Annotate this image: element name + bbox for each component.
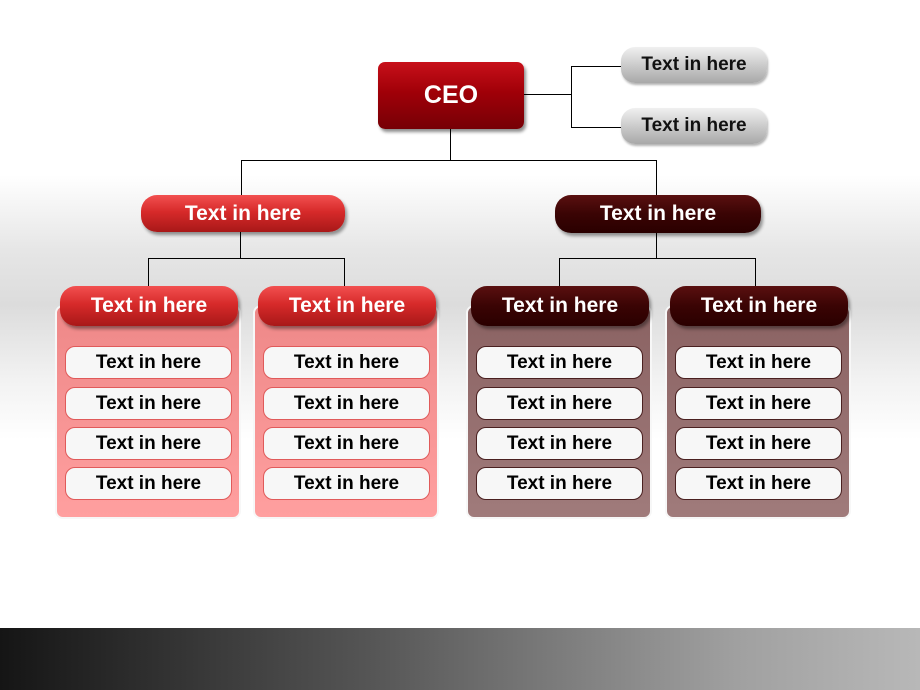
department-item[interactable]: Text in here xyxy=(263,346,430,379)
connector xyxy=(344,258,345,288)
connector xyxy=(148,258,149,288)
connector xyxy=(148,258,345,259)
department-item[interactable]: Text in here xyxy=(476,387,643,420)
connector xyxy=(571,66,572,127)
assistant-box[interactable]: Text in here xyxy=(621,47,767,83)
department-header[interactable]: Text in here xyxy=(60,286,238,326)
division-box[interactable]: Text in here xyxy=(555,195,761,233)
department-item[interactable]: Text in here xyxy=(65,427,232,460)
connector xyxy=(755,258,756,288)
connector xyxy=(656,233,657,258)
connector xyxy=(571,127,621,128)
department-header[interactable]: Text in here xyxy=(670,286,848,326)
connector xyxy=(559,258,560,288)
department-item[interactable]: Text in here xyxy=(476,427,643,460)
department-item[interactable]: Text in here xyxy=(675,346,842,379)
department-item[interactable]: Text in here xyxy=(263,387,430,420)
ceo-box[interactable]: CEO xyxy=(378,62,524,129)
department-item[interactable]: Text in here xyxy=(675,427,842,460)
connector xyxy=(656,160,657,196)
connector xyxy=(241,160,657,161)
footer-gradient-bar xyxy=(0,628,920,690)
department-item[interactable]: Text in here xyxy=(263,427,430,460)
connector xyxy=(571,66,621,67)
connector xyxy=(240,232,241,258)
connector xyxy=(241,160,242,196)
assistant-box[interactable]: Text in here xyxy=(621,108,767,144)
connector xyxy=(524,94,571,95)
division-box[interactable]: Text in here xyxy=(141,195,345,232)
department-item[interactable]: Text in here xyxy=(65,346,232,379)
department-header[interactable]: Text in here xyxy=(258,286,436,326)
department-item[interactable]: Text in here xyxy=(263,467,430,500)
department-item[interactable]: Text in here xyxy=(65,467,232,500)
department-item[interactable]: Text in here xyxy=(675,387,842,420)
department-item[interactable]: Text in here xyxy=(65,387,232,420)
department-item[interactable]: Text in here xyxy=(476,346,643,379)
department-item[interactable]: Text in here xyxy=(675,467,842,500)
department-header[interactable]: Text in here xyxy=(471,286,649,326)
connector xyxy=(450,129,451,160)
department-item[interactable]: Text in here xyxy=(476,467,643,500)
connector xyxy=(559,258,756,259)
